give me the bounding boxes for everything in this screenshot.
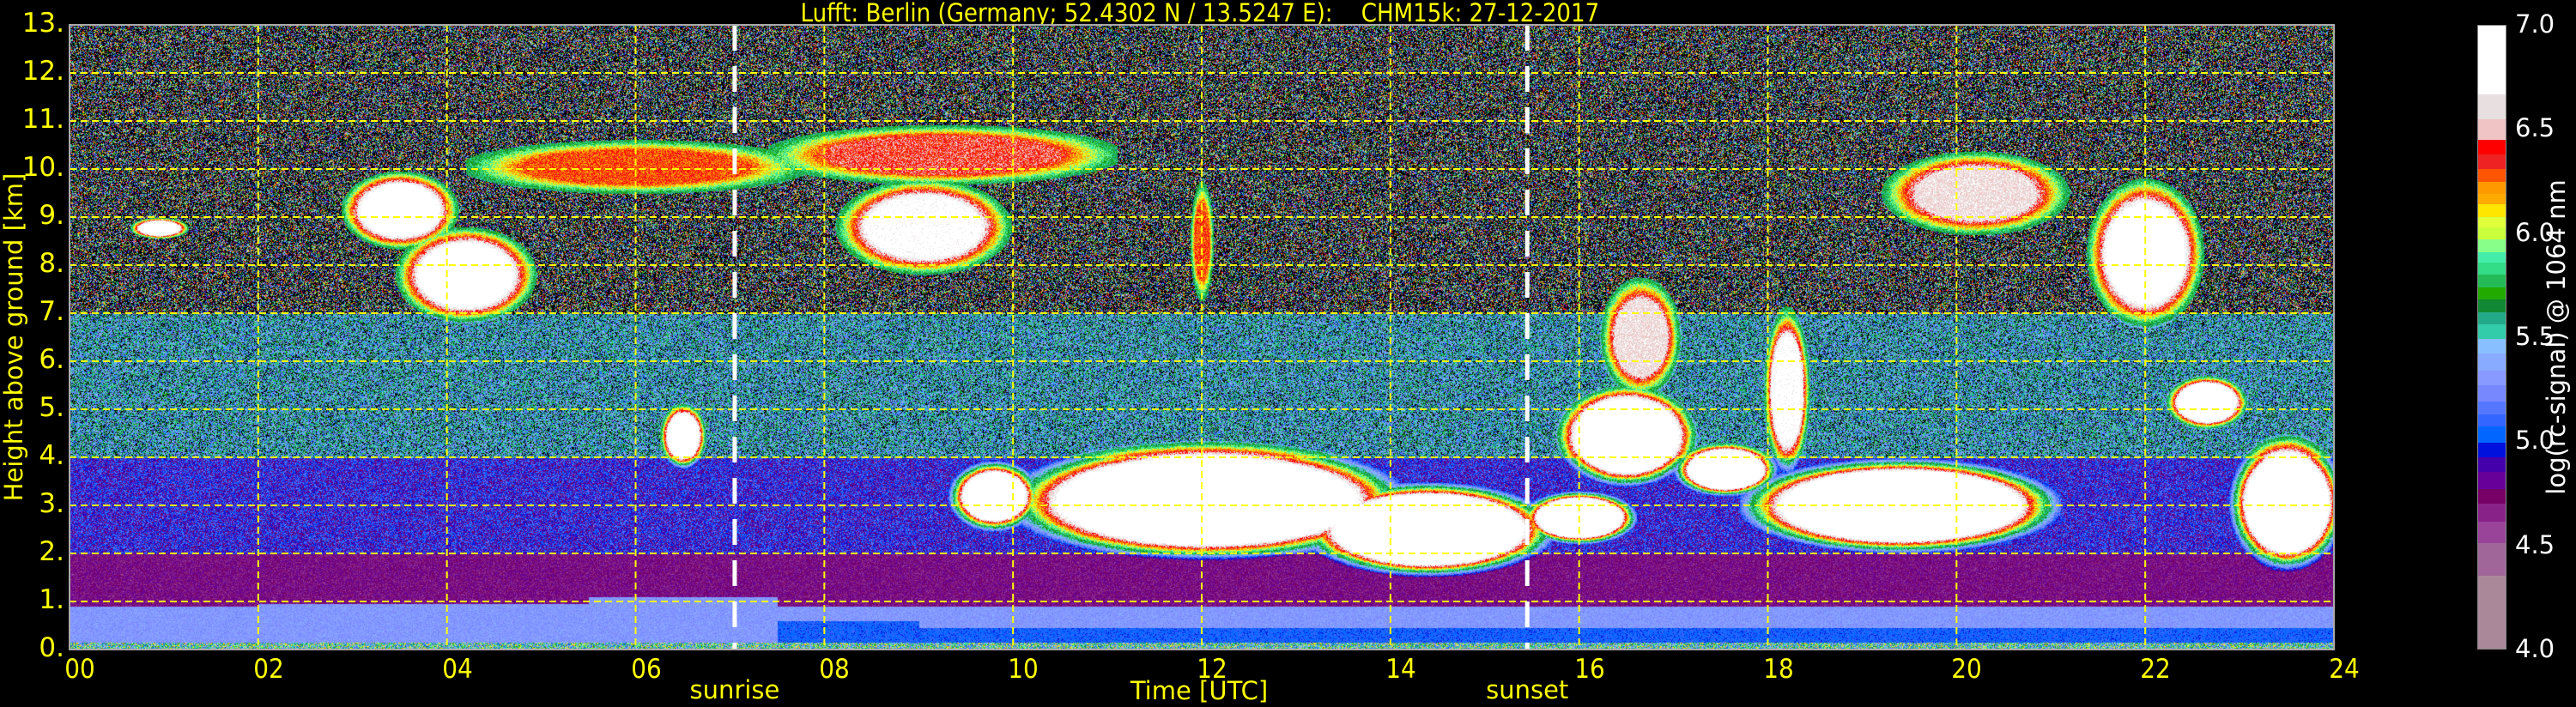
y-tick-label: 13. (21, 8, 64, 39)
x-tick-label: 20 (1951, 654, 1983, 685)
colorbar-tick-label: 6.5 (2515, 113, 2555, 143)
colorbar-level (2478, 227, 2506, 240)
y-tick-label: 8. (39, 248, 64, 279)
colorbar-tick-label: 7.0 (2515, 9, 2555, 39)
x-tick-label: 22 (2140, 654, 2171, 685)
x-tick-label: 02 (253, 654, 284, 685)
y-tick-label: 4. (39, 440, 64, 471)
colorbar-level (2478, 287, 2506, 300)
y-tick-label: 5. (39, 392, 64, 423)
colorbar-tick-label: 4.5 (2515, 529, 2555, 559)
y-tick-label: 7. (39, 296, 64, 327)
colorbar-level (2478, 251, 2506, 263)
colorbar-level (2478, 275, 2506, 287)
colorbar-level (2478, 339, 2506, 354)
grid-overlay (69, 24, 2335, 650)
colorbar-level (2478, 94, 2506, 119)
colorbar-level (2478, 311, 2506, 325)
colorbar-level (2478, 488, 2506, 504)
y-tick-label: 10. (21, 152, 64, 183)
x-tick-label: 00 (64, 654, 95, 685)
y-tick-label: 3. (39, 488, 64, 519)
x-tick-label: 08 (819, 654, 851, 685)
colorbar-level (2478, 154, 2506, 169)
y-tick-label: 1. (39, 584, 64, 615)
x-tick-label: 06 (630, 654, 662, 685)
chart-title: Lufft: Berlin (Germany; 52.4302 N / 13.5… (800, 0, 1600, 27)
colorbar-level (2478, 26, 2506, 94)
colorbar-level (2478, 472, 2506, 489)
x-tick-label: 04 (441, 654, 473, 685)
colorbar-level (2478, 324, 2506, 340)
x-tick-label: 14 (1385, 654, 1416, 685)
colorbar-level (2478, 181, 2506, 195)
colorbar-level (2478, 384, 2506, 402)
y-tick-label: 2. (39, 536, 64, 567)
y-tick-label: 9. (39, 200, 64, 231)
event-label-sunrise: sunrise (689, 675, 780, 704)
colorbar-level (2478, 443, 2506, 458)
colorbar-level (2478, 204, 2506, 217)
y-tick-label: 12. (21, 56, 64, 87)
colorbar-level (2478, 576, 2506, 649)
colorbar-level (2478, 370, 2506, 385)
colorbar-level (2478, 140, 2506, 155)
colorbar-level (2478, 239, 2506, 252)
x-tick-label: 18 (1762, 654, 1794, 685)
event-label-sunset: sunset (1486, 675, 1569, 704)
colorbar-level (2478, 299, 2506, 312)
colorbar-level (2478, 402, 2506, 414)
plot-area (69, 24, 2335, 650)
x-tick-label: 24 (2329, 654, 2360, 685)
colorbar-level (2478, 414, 2506, 427)
colorbar-level (2478, 194, 2506, 205)
colorbar-level (2478, 503, 2506, 523)
y-tick-label: 11. (21, 104, 64, 135)
colorbar-level (2478, 262, 2506, 275)
colorbar-label: log(rc-signal) @ 1064 nm (2542, 179, 2571, 495)
x-tick-label: 12 (1197, 654, 1227, 685)
colorbar-level (2478, 118, 2506, 141)
colorbar-level (2478, 426, 2506, 444)
colorbar-level (2478, 216, 2506, 227)
colorbar-level (2478, 522, 2506, 543)
colorbar-level (2478, 168, 2506, 182)
y-tick-label: 6. (39, 344, 64, 375)
colorbar-tick-label: 4.0 (2515, 634, 2555, 663)
colorbar-level (2478, 457, 2506, 473)
colorbar-level (2478, 354, 2506, 371)
colorbar (2477, 25, 2506, 650)
x-tick-label: 10 (1008, 654, 1039, 685)
colorbar-level (2478, 542, 2506, 577)
